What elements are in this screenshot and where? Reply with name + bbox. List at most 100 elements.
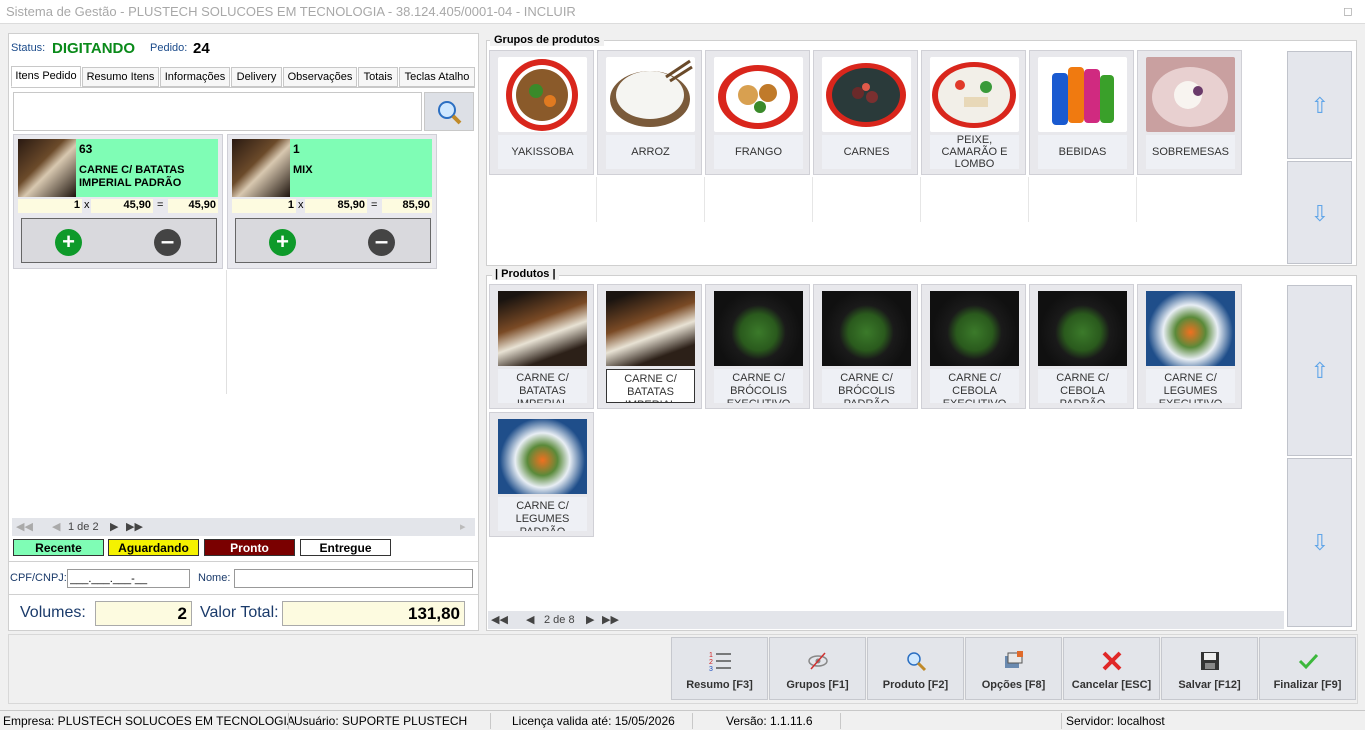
decrease-qty-button[interactable]: – [154, 229, 181, 256]
tab-delivery[interactable]: Delivery [231, 67, 282, 87]
item-qty: 1 [232, 199, 296, 213]
groups-scroll-down-button[interactable]: ⇩ [1287, 161, 1352, 264]
grupos-button[interactable]: Grupos [F1] [769, 637, 866, 700]
resumo-button[interactable]: 1 2 3 Resumo [F3] [671, 637, 768, 700]
item-qty-controls: + – [21, 218, 217, 263]
finalizar-button[interactable]: Finalizar [F9] [1259, 637, 1356, 700]
floppy-icon [1199, 650, 1221, 672]
pedido-number: 24 [193, 40, 210, 57]
nome-field[interactable] [234, 569, 473, 588]
next-group-icon[interactable]: ▶▶ [126, 520, 143, 533]
tab-resumo-itens[interactable]: Resumo Itens [82, 67, 159, 87]
group-arroz[interactable]: ARROZ [597, 50, 702, 175]
search-button[interactable] [424, 92, 474, 131]
product-button[interactable]: CARNE C/ BATATAS IMPERIAL [489, 284, 594, 409]
valor-total-value: 131,80 [282, 601, 465, 626]
yakissoba-image [498, 57, 587, 132]
arrow-up-icon: ⇧ [1310, 93, 1330, 118]
decrease-qty-button[interactable]: – [368, 229, 395, 256]
item-count: 1 [293, 142, 300, 156]
tab-itens-pedido[interactable]: Itens Pedido [11, 66, 81, 87]
product-label: CARNE C/ BRÓCOLIS PADRÃO [822, 369, 911, 403]
opcoes-label: Opções [F8] [981, 679, 1046, 691]
window-title-bar: Sistema de Gestão - PLUSTECH SOLUCOES EM… [0, 0, 1365, 24]
increase-qty-button[interactable]: + [55, 229, 82, 256]
drinks-image [1038, 57, 1127, 132]
salvar-button[interactable]: Salvar [F12] [1161, 637, 1258, 700]
tab-informacoes[interactable]: Informações [160, 67, 230, 87]
product-label: CARNE C/ LEGUMES EXECUTIVO [1146, 369, 1235, 403]
tab-teclas-atalho[interactable]: Teclas Atalho [399, 67, 475, 87]
product-button[interactable]: CARNE C/ CEBOLA PADRÃO [1029, 284, 1134, 409]
search-icon [438, 101, 462, 125]
group-peixe[interactable]: PEIXE, CAMARÃO E LOMBO [921, 50, 1026, 175]
product-label: CARNE C/ CEBOLA PADRÃO [1038, 369, 1127, 403]
next-page-icon[interactable]: ▶ [110, 520, 118, 533]
product-image [498, 291, 587, 366]
divider [9, 594, 478, 595]
product-search-input[interactable] [13, 92, 422, 131]
product-button-selected[interactable]: CARNE C/ BATATAS IMPERIAL [597, 284, 702, 409]
prev-page-icon[interactable]: ◀ [526, 613, 534, 626]
opcoes-button[interactable]: Opções [F8] [965, 637, 1062, 700]
product-button[interactable]: CARNE C/ BRÓCOLIS PADRÃO [813, 284, 918, 409]
last-page-icon[interactable]: ▶▶ [602, 613, 619, 626]
times-sign: x [84, 199, 90, 211]
volumes-value: 2 [95, 601, 192, 626]
product-button[interactable]: CARNE C/ LEGUMES EXECUTIVO [1137, 284, 1242, 409]
svg-text:1: 1 [709, 652, 713, 659]
group-label: ARROZ [606, 135, 695, 169]
status-separator [840, 713, 841, 729]
group-bebidas[interactable]: BEBIDAS [1029, 50, 1134, 175]
product-label: CARNE C/ BATATAS IMPERIAL [498, 369, 587, 403]
group-frango[interactable]: FRANGO [705, 50, 810, 175]
grid-line [920, 177, 921, 222]
order-item-card[interactable]: 63 CARNE C/ BATATAS IMPERIAL PADRÃO 1 x … [13, 134, 223, 269]
tab-observacoes[interactable]: Observações [283, 67, 357, 87]
next-page-icon[interactable]: ▶ [586, 613, 594, 626]
group-sobremesas[interactable]: SOBREMESAS [1137, 50, 1242, 175]
equals-sign: = [157, 199, 164, 211]
increase-qty-button[interactable]: + [269, 229, 296, 256]
legend-aguardando: Aguardando [108, 539, 199, 556]
first-page-icon[interactable]: ◀◀ [16, 520, 33, 533]
group-yakissoba[interactable]: YAKISSOBA [489, 50, 594, 175]
dessert-image [1146, 57, 1235, 132]
product-button[interactable]: CARNE C/ BRÓCOLIS EXECUTIVO [705, 284, 810, 409]
numbered-list-icon: 123 [709, 650, 731, 673]
item-qty-row: 1 x 45,90 = 45,90 [18, 198, 218, 214]
resumo-label: Resumo [F3] [686, 679, 753, 691]
prev-page-icon[interactable]: ◀ [52, 520, 60, 533]
produto-button[interactable]: Produto [F2] [867, 637, 964, 700]
products-scroll-down-button[interactable]: ⇩ [1287, 458, 1352, 627]
cpf-label: CPF/CNPJ: [10, 572, 67, 584]
status-versao: Versão: 1.1.11.6 [726, 714, 813, 728]
group-carnes[interactable]: CARNES [813, 50, 918, 175]
products-scroll-up-button[interactable]: ⇧ [1287, 285, 1352, 456]
tab-totais[interactable]: Totais [358, 67, 398, 87]
cancelar-button[interactable]: Cancelar [ESC] [1063, 637, 1160, 700]
products-title: | Produtos | [492, 268, 559, 280]
items-pager: ◀◀ ◀ 1 de 2 ▶ ▶▶ ▸ [12, 518, 475, 536]
products-pager: ◀◀ ◀ 2 de 8 ▶ ▶▶ [488, 611, 1284, 629]
chicken-image [714, 57, 803, 132]
product-image [1038, 291, 1127, 366]
grid-line [1136, 177, 1137, 222]
order-item-card[interactable]: 1 MIX 1 x 85,90 = 85,90 + – [227, 134, 437, 269]
first-page-icon[interactable]: ◀◀ [491, 613, 508, 626]
group-label: BEBIDAS [1038, 135, 1127, 169]
produto-label: Produto [F2] [882, 679, 949, 691]
grid-line [812, 177, 813, 222]
scroll-right-icon[interactable]: ▸ [460, 520, 466, 533]
product-button[interactable]: CARNE C/ CEBOLA EXECUTIVO [921, 284, 1026, 409]
item-total: 85,90 [382, 199, 432, 213]
hidden-eye-icon [807, 650, 829, 672]
finalizar-label: Finalizar [F9] [1273, 679, 1342, 691]
cpf-field[interactable] [67, 569, 190, 588]
order-item-header: 63 CARNE C/ BATATAS IMPERIAL PADRÃO [18, 139, 218, 197]
status-bar: Empresa: PLUSTECH SOLUCOES EM TECNOLOGIA… [0, 710, 1365, 730]
item-thumbnail [232, 139, 290, 197]
restore-window-icon[interactable]: ◻ [1343, 4, 1357, 18]
product-button[interactable]: CARNE C/ LEGUMES PADRÃO [489, 412, 594, 537]
groups-scroll-up-button[interactable]: ⇧ [1287, 51, 1352, 159]
